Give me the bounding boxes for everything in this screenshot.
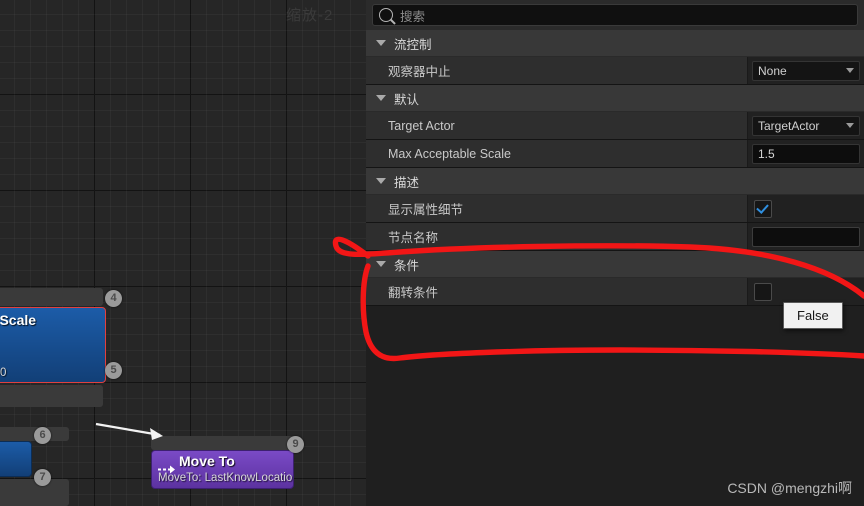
section-label: 默认 [394,92,420,107]
section-label: 条件 [394,258,420,273]
chevron-down-icon [846,68,854,73]
combo-value: None [758,63,787,78]
section-header-flow-control[interactable]: 流控制 [366,30,864,57]
property-value: TargetActor [748,112,864,139]
property-label: Target Actor [366,112,748,139]
property-value [748,278,864,305]
chevron-down-icon [376,95,386,101]
property-value [748,195,864,222]
chevron-down-icon [376,40,386,46]
property-row-show-property-details: 显示属性细节 [366,195,864,223]
section-header-condition[interactable]: 条件 [366,251,864,278]
number-value: 1.5 [758,146,775,161]
property-label: 观察器中止 [366,57,748,84]
property-row-max-acceptable-scale: Max Acceptable Scale 1.5 [366,140,864,168]
property-label: 翻转条件 [366,278,748,305]
chevron-down-icon [376,178,386,184]
invert-condition-checkbox[interactable] [754,282,772,301]
watermark-text: CSDN @mengzhi啊 [727,480,852,496]
max-acceptable-scale-input[interactable]: 1.5 [752,143,860,164]
property-label: 显示属性细节 [366,195,748,222]
execution-arrow [95,422,163,440]
section-label: 描述 [394,175,420,190]
property-list: 流控制 观察器中止 None 默认 Target Actor TargetAct… [366,30,864,306]
property-value: None [748,57,864,84]
property-value [748,223,864,250]
chevron-down-icon [846,123,854,128]
tooltip-false: False [783,302,843,329]
search-icon [379,8,393,22]
section-header-default[interactable]: 默认 [366,85,864,112]
property-label: Max Acceptable Scale [366,140,748,167]
section-label: 流控制 [394,37,432,52]
show-property-details-checkbox[interactable] [754,199,772,218]
search-bar: 搜索 [366,0,864,30]
chevron-down-icon [376,261,386,267]
screenshot-root: 缩放-2 tor_CheckScale ckScale: getActor ca… [0,0,864,506]
search-placeholder: 搜索 [400,9,426,24]
property-row-target-actor: Target Actor TargetActor [366,112,864,140]
node-name-input[interactable] [752,226,860,247]
property-row-node-name: 节点名称 [366,223,864,251]
section-header-description[interactable]: 描述 [366,168,864,195]
tooltip-text: False [797,308,829,323]
observer-abort-combo[interactable]: None [752,60,860,81]
watermark: CSDN @mengzhi啊 [727,478,852,498]
combo-value: TargetActor [758,118,820,133]
target-actor-combo[interactable]: TargetActor [752,115,860,136]
details-panel: 搜索 流控制 观察器中止 None 默认 Target Actor Target… [366,0,864,506]
property-row-observer-abort: 观察器中止 None [366,57,864,85]
blueprint-graph-canvas[interactable]: 缩放-2 tor_CheckScale ckScale: getActor ca… [0,0,366,506]
property-label: 节点名称 [366,223,748,250]
property-value: 1.5 [748,140,864,167]
search-input[interactable]: 搜索 [372,4,858,26]
